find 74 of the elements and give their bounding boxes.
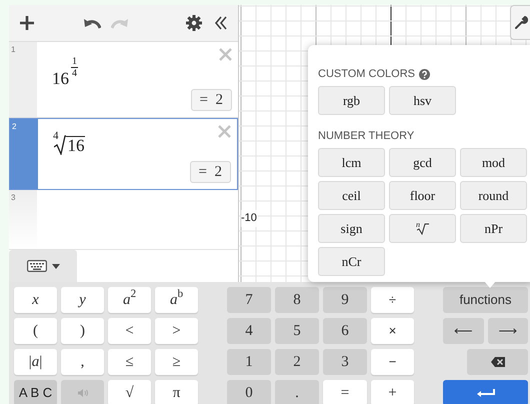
add-icon[interactable] xyxy=(19,15,35,31)
key[interactable]: , xyxy=(61,349,104,375)
expression-row[interactable]: 3 xyxy=(9,190,238,250)
function-button[interactable]: mod xyxy=(460,148,527,177)
speaker-icon xyxy=(78,389,88,397)
key[interactable]: 2 xyxy=(275,349,319,375)
key[interactable]: 4 xyxy=(227,318,271,344)
key[interactable]: − xyxy=(371,349,414,375)
key[interactable]: a$^{b}$ xyxy=(155,287,198,313)
axis-label: -10 xyxy=(241,210,257,226)
key[interactable]: 0 xyxy=(227,380,271,404)
key[interactable]: 8 xyxy=(275,287,319,313)
undo-icon[interactable] xyxy=(83,17,101,29)
key[interactable]: ) xyxy=(61,318,104,344)
key[interactable]: ÷ xyxy=(371,287,414,313)
math-expression: 4 16 xyxy=(53,131,84,155)
function-button[interactable]: n xyxy=(389,214,456,243)
settings-button[interactable] xyxy=(510,5,530,40)
enter-button[interactable] xyxy=(443,380,528,404)
key[interactable]: y xyxy=(61,287,104,313)
key[interactable]: ⟶ xyxy=(488,318,528,344)
radical-sign-icon xyxy=(417,222,429,234)
wrench-icon xyxy=(514,16,528,29)
key[interactable]: A B C xyxy=(14,380,57,404)
key[interactable]: ≥ xyxy=(155,349,198,375)
function-button[interactable]: nPr xyxy=(460,214,527,243)
help-icon[interactable] xyxy=(418,68,430,80)
key[interactable]: 1 xyxy=(227,349,271,375)
key[interactable]: 3 xyxy=(323,349,367,375)
key[interactable]: + xyxy=(371,380,414,404)
key[interactable]: × xyxy=(371,318,414,344)
expression-row[interactable]: 1 16 1 4 = 2 xyxy=(9,42,238,118)
key[interactable]: > xyxy=(155,318,198,344)
key[interactable]: x xyxy=(14,287,57,313)
backspace-icon xyxy=(490,357,504,367)
section-heading: CUSTOM COLORS xyxy=(318,67,415,81)
key[interactable]: functions xyxy=(443,287,528,313)
key[interactable]: |a| xyxy=(14,349,57,375)
collapse-icon[interactable] xyxy=(214,16,228,30)
expression-number: 1 xyxy=(10,44,16,56)
key[interactable]: . xyxy=(275,380,319,404)
key[interactable]: = xyxy=(323,380,367,404)
result-value: = 2 xyxy=(190,161,231,183)
key[interactable]: ⟵ xyxy=(443,318,484,344)
expression-number: 3 xyxy=(10,192,16,204)
settings-icon[interactable] xyxy=(186,15,202,31)
key[interactable]: 6 xyxy=(323,318,367,344)
function-button[interactable]: sign xyxy=(318,214,385,243)
function-button[interactable]: round xyxy=(460,181,527,210)
key[interactable]: 9 xyxy=(323,287,367,313)
key[interactable]: ( xyxy=(14,318,57,344)
function-button[interactable]: ceil xyxy=(318,181,385,210)
key[interactable]: 7 xyxy=(227,287,271,313)
result-value: = 2 xyxy=(190,89,232,111)
function-button[interactable]: floor xyxy=(389,181,456,210)
function-button[interactable]: gcd xyxy=(389,148,456,177)
math-expression: 16 1 4 xyxy=(52,56,78,90)
keyboard-icon xyxy=(26,260,46,272)
function-button[interactable]: lcm xyxy=(318,148,385,177)
key[interactable]: 5 xyxy=(275,318,319,344)
backspace-button[interactable] xyxy=(467,349,528,375)
key[interactable]: ≤ xyxy=(108,349,151,375)
enter-icon xyxy=(476,388,494,398)
function-button[interactable]: rgb xyxy=(318,86,385,115)
key[interactable]: < xyxy=(108,318,151,344)
function-button[interactable]: nCr xyxy=(318,247,385,276)
key[interactable]: π xyxy=(155,380,198,404)
function-button[interactable]: hsv xyxy=(389,86,456,115)
keyboard-toggle[interactable] xyxy=(9,250,77,282)
key[interactable]: √ xyxy=(108,380,151,404)
expression-number: 2 xyxy=(11,121,18,133)
key[interactable]: a$^{2}$ xyxy=(108,287,151,313)
section-heading: NUMBER THEORY xyxy=(318,129,414,143)
expression-row[interactable]: 2 4 16 = 2 xyxy=(9,118,238,190)
